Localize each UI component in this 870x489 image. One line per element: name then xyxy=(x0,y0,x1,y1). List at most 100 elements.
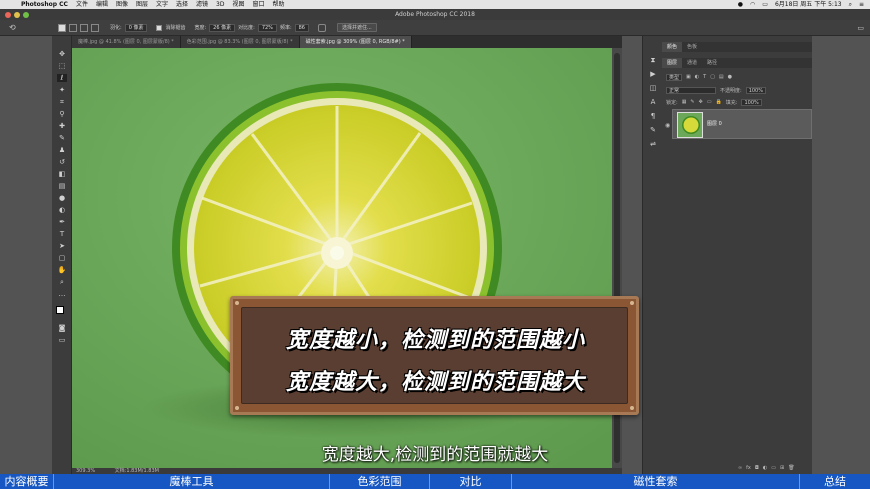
frequency-input[interactable]: 86 xyxy=(294,23,309,32)
filter-shape-icon[interactable]: ▢ xyxy=(710,74,715,80)
filter-kind-select[interactable]: 类型 xyxy=(666,73,683,81)
tab-paths[interactable]: 路径 xyxy=(702,58,722,68)
zoom-tool-icon[interactable]: ⌕ xyxy=(57,278,67,286)
blend-mode-select[interactable]: 正常 xyxy=(666,86,716,94)
intersect-selection-icon[interactable] xyxy=(91,23,99,32)
menu-list-icon[interactable]: ≡ xyxy=(859,0,864,9)
menu-image[interactable]: 图像 xyxy=(116,0,128,9)
new-selection-icon[interactable] xyxy=(58,23,66,32)
menu-file[interactable]: 文件 xyxy=(76,0,88,9)
layer-style-icon[interactable]: fx xyxy=(746,465,751,471)
opacity-input[interactable]: 100% xyxy=(745,86,766,94)
lock-paint-icon[interactable]: ✎ xyxy=(690,99,694,105)
filter-adjust-icon[interactable]: ◐ xyxy=(695,74,699,80)
more-tools-icon[interactable]: … xyxy=(57,290,67,298)
chapter-magic-wand[interactable]: 魔棒工具 xyxy=(54,474,330,489)
width-input[interactable]: 26 像素 xyxy=(209,23,236,32)
move-tool-icon[interactable]: ✥ xyxy=(57,50,67,58)
pen-tool-icon[interactable]: ✒ xyxy=(57,218,67,226)
filter-smart-icon[interactable]: ▤ xyxy=(719,74,724,80)
layer-name[interactable]: 图层 0 xyxy=(707,120,722,127)
visibility-eye-icon[interactable]: ◉ xyxy=(665,122,670,129)
fill-input[interactable]: 100% xyxy=(741,98,762,106)
menu-window[interactable]: 窗口 xyxy=(253,0,265,9)
new-group-icon[interactable]: ▭ xyxy=(771,465,776,471)
menu-view[interactable]: 视图 xyxy=(232,0,244,9)
menu-clock[interactable]: 6月18日 周五 下午 5:13 xyxy=(775,0,842,9)
history-brush-icon[interactable]: ↺ xyxy=(57,158,67,166)
add-mask-icon[interactable]: ◘ xyxy=(755,465,759,471)
lock-position-icon[interactable]: ✥ xyxy=(699,99,703,105)
hand-tool-icon[interactable]: ✋ xyxy=(57,266,67,274)
marquee-tool-icon[interactable]: ⬚ xyxy=(57,62,67,70)
screen-mode-icon[interactable]: ▭ xyxy=(57,336,67,344)
contrast-input[interactable]: 72% xyxy=(257,23,277,32)
brush-settings-icon[interactable]: ✎ xyxy=(648,126,658,134)
menu-layer[interactable]: 图层 xyxy=(136,0,148,9)
filter-pixel-icon[interactable]: ▣ xyxy=(686,74,691,80)
new-layer-icon[interactable]: ⊞ xyxy=(780,465,784,471)
antialias-checkbox[interactable] xyxy=(156,24,163,31)
shape-tool-icon[interactable]: ▢ xyxy=(57,254,67,262)
properties-panel-icon[interactable]: ◫ xyxy=(648,84,658,92)
magic-wand-tool-icon[interactable]: ✦ xyxy=(57,86,67,94)
minimize-window-icon[interactable] xyxy=(14,12,20,18)
actions-panel-icon[interactable]: ▶ xyxy=(648,70,658,78)
crop-tool-icon[interactable]: ⌗ xyxy=(57,98,67,106)
lock-artboard-icon[interactable]: ▭ xyxy=(707,99,712,105)
brush-tool-icon[interactable]: ✎ xyxy=(57,134,67,142)
eraser-tool-icon[interactable]: ◧ xyxy=(57,170,67,178)
quick-mask-icon[interactable]: ◙ xyxy=(57,324,67,332)
paragraph-panel-icon[interactable]: ¶ xyxy=(648,112,658,120)
menu-help[interactable]: 帮助 xyxy=(273,0,285,9)
blur-tool-icon[interactable]: ● xyxy=(57,194,67,202)
magnetic-lasso-preset-icon[interactable]: ⟲ xyxy=(9,23,16,32)
dodge-tool-icon[interactable]: ◐ xyxy=(57,206,67,214)
user-icon[interactable]: ● xyxy=(738,0,743,9)
battery-icon[interactable]: ▭ xyxy=(762,0,768,9)
tab-color[interactable]: 颜色 xyxy=(662,42,683,52)
layer-item[interactable]: ◉ 图层 0 xyxy=(665,109,812,139)
select-and-mask-button[interactable]: 选择并遮住... xyxy=(337,23,377,32)
menu-app-name[interactable]: Photoshop CC xyxy=(21,0,68,9)
gradient-tool-icon[interactable]: ▤ xyxy=(57,182,67,190)
chapter-magnetic-lasso[interactable]: 磁性套索 xyxy=(512,474,800,489)
tab-magic-wand[interactable]: 魔棒.jpg @ 41.8% (图层 0, 图层蒙版/8) * xyxy=(72,36,181,48)
menu-filter[interactable]: 滤镜 xyxy=(196,0,208,9)
tab-channels[interactable]: 通道 xyxy=(682,58,702,68)
lock-all-icon[interactable]: 🔒 xyxy=(716,99,722,105)
clone-stamp-icon[interactable]: ♟ xyxy=(57,146,67,154)
add-selection-icon[interactable] xyxy=(69,23,77,32)
adjustments-panel-icon[interactable]: ⇌ xyxy=(648,140,658,148)
chapter-compare[interactable]: 对比 xyxy=(430,474,512,489)
feather-input[interactable]: 0 像素 xyxy=(124,23,148,32)
lock-pixels-icon[interactable]: ▦ xyxy=(682,99,687,105)
menu-edit[interactable]: 编辑 xyxy=(96,0,108,9)
menu-select[interactable]: 选择 xyxy=(176,0,188,9)
tablet-pressure-icon[interactable] xyxy=(318,23,326,32)
close-window-icon[interactable] xyxy=(5,12,11,18)
delete-layer-icon[interactable]: 🗑 xyxy=(788,465,794,471)
tab-layers[interactable]: 图层 xyxy=(662,58,683,68)
menu-type[interactable]: 文字 xyxy=(156,0,168,9)
type-tool-icon[interactable]: T xyxy=(57,230,67,238)
wifi-icon[interactable]: ◠ xyxy=(750,0,755,9)
link-layers-icon[interactable]: ∞ xyxy=(738,465,742,471)
lasso-tool-icon[interactable]: ℓ xyxy=(57,74,67,82)
tab-color-range[interactable]: 色彩范围.jpg @ 83.3% (图层 0, 图层蒙版/8) * xyxy=(180,36,300,48)
workspace-icon[interactable]: ▭ xyxy=(857,24,864,32)
foreground-color-swatch[interactable] xyxy=(56,306,64,314)
chapter-summary[interactable]: 总结 xyxy=(800,474,870,489)
tab-swatches[interactable]: 色板 xyxy=(682,42,702,52)
path-selection-icon[interactable]: ➤ xyxy=(57,242,67,250)
search-icon[interactable]: ⌕ xyxy=(849,0,852,9)
filter-toggle-icon[interactable]: ● xyxy=(728,74,732,80)
eyedropper-tool-icon[interactable]: ⚲ xyxy=(57,110,67,118)
menu-3d[interactable]: 3D xyxy=(216,0,224,9)
chapter-color-range[interactable]: 色彩范围 xyxy=(330,474,430,489)
filter-type-icon[interactable]: T xyxy=(703,74,706,80)
healing-brush-icon[interactable]: ✚ xyxy=(57,122,67,130)
subtract-selection-icon[interactable] xyxy=(80,23,88,32)
zoom-window-icon[interactable] xyxy=(23,12,29,18)
character-panel-icon[interactable]: A xyxy=(648,98,658,106)
